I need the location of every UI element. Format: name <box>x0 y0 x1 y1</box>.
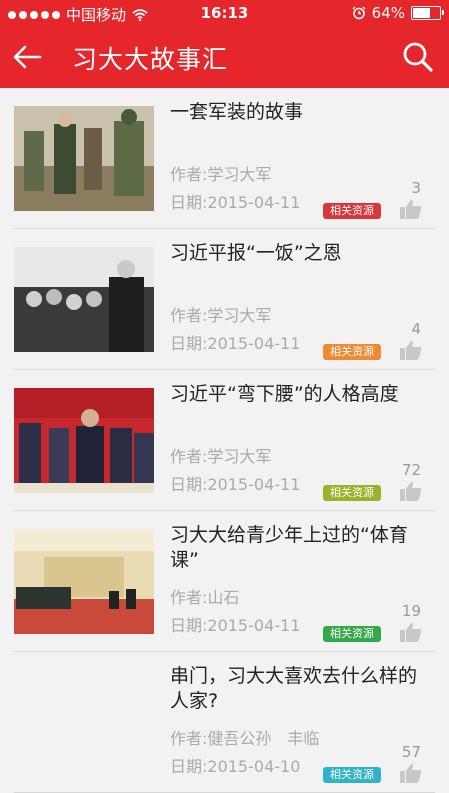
related-resources-button[interactable]: 相关资源 <box>323 344 381 360</box>
article-item[interactable]: 串门，习大大喜欢去什么样的人家? 作者:健吾公孙 丰临 日期:2015-04-1… <box>14 652 435 793</box>
article-item[interactable]: 习近平“弯下腰”的人格高度 作者:学习大军 日期:2015-04-11 72 相… <box>14 370 435 511</box>
article-title[interactable]: 一套军装的故事 <box>170 100 435 125</box>
status-bar: 中国移动 16:13 64% <box>0 0 449 26</box>
related-resources-button[interactable]: 相关资源 <box>323 767 381 783</box>
article-title[interactable]: 习大大给青少年上过的“体育课” <box>170 523 435 573</box>
article-thumbnail <box>14 529 154 634</box>
article-thumbnail-placeholder <box>14 670 154 775</box>
article-author: 作者:山石 <box>170 588 240 607</box>
article-author: 作者:学习大军 <box>170 165 272 184</box>
battery-icon <box>411 6 444 20</box>
article-item[interactable]: 习大大给青少年上过的“体育课” 作者:山石 日期:2015-04-11 19 相… <box>14 511 435 652</box>
article-title[interactable]: 习近平“弯下腰”的人格高度 <box>170 382 435 407</box>
article-item[interactable]: 习近平报“一饭”之恩 作者:学习大军 日期:2015-04-11 4 相关资源 <box>14 229 435 370</box>
article-list: 一套军装的故事 作者:学习大军 日期:2015-04-11 3 相关资源 习近平… <box>0 88 449 793</box>
article-date: 日期:2015-04-11 <box>170 193 301 212</box>
article-date: 日期:2015-04-11 <box>170 475 301 494</box>
thumbs-up-icon[interactable] <box>399 762 423 784</box>
status-right: 64% <box>352 4 444 22</box>
like-count: 4 <box>411 320 421 338</box>
thumbs-up-icon[interactable] <box>399 621 423 643</box>
like-count: 3 <box>411 179 421 197</box>
related-resources-button[interactable]: 相关资源 <box>323 203 381 219</box>
related-resources-button[interactable]: 相关资源 <box>323 485 381 501</box>
like-count: 72 <box>401 461 421 479</box>
article-author: 作者:学习大军 <box>170 447 272 466</box>
article-item[interactable]: 一套军装的故事 作者:学习大军 日期:2015-04-11 3 相关资源 <box>14 88 435 229</box>
article-title[interactable]: 串门，习大大喜欢去什么样的人家? <box>170 664 435 714</box>
alarm-icon <box>352 6 366 20</box>
battery-percent: 64% <box>371 4 405 22</box>
like-count: 19 <box>401 602 421 620</box>
article-author: 作者:健吾公孙 丰临 <box>170 729 320 748</box>
article-date: 日期:2015-04-10 <box>170 757 301 776</box>
nav-bar: 习大大故事汇 <box>0 26 449 88</box>
article-thumbnail <box>14 106 154 211</box>
back-arrow-icon[interactable] <box>10 40 44 74</box>
related-resources-button[interactable]: 相关资源 <box>323 626 381 642</box>
article-date: 日期:2015-04-11 <box>170 334 301 353</box>
thumbs-up-icon[interactable] <box>399 198 423 220</box>
article-date: 日期:2015-04-11 <box>170 616 301 635</box>
page-title: 习大大故事汇 <box>72 45 229 74</box>
thumbs-up-icon[interactable] <box>399 480 423 502</box>
article-thumbnail <box>14 388 154 493</box>
like-count: 57 <box>401 743 421 761</box>
article-author: 作者:学习大军 <box>170 306 272 325</box>
article-title[interactable]: 习近平报“一饭”之恩 <box>170 241 435 266</box>
thumbs-up-icon[interactable] <box>399 339 423 361</box>
search-icon[interactable] <box>401 40 435 74</box>
article-thumbnail <box>14 247 154 352</box>
